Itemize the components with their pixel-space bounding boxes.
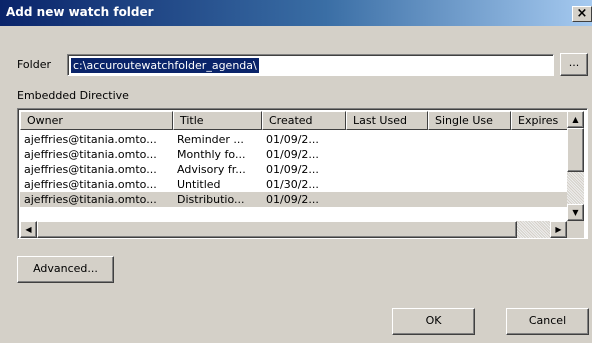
cell-created: 01/09/2... xyxy=(266,163,319,176)
cell-owner: ajeffries@titania.omto... xyxy=(24,193,157,206)
column-header-expires[interactable]: Expires xyxy=(511,111,569,130)
table-row[interactable]: ajeffries@titania.omto... Untitled 01/30/2… xyxy=(20,177,567,192)
close-icon[interactable]: × xyxy=(572,6,592,22)
cell-owner: ajeffries@titania.omto... xyxy=(24,163,157,176)
directive-list[interactable]: Owner Title Created Last Used Single Use… xyxy=(17,108,588,239)
table-row[interactable]: ajeffries@titania.omto... Advisory fr... 0… xyxy=(20,162,567,177)
cell-title: Distributio... xyxy=(177,193,245,206)
cell-title: Untitled xyxy=(177,178,221,191)
cell-single-use xyxy=(432,132,510,147)
cell-title: Advisory fr... xyxy=(177,163,246,176)
cell-last-used xyxy=(350,147,428,162)
folder-label: Folder xyxy=(17,58,51,71)
cell-created: 01/09/2... xyxy=(266,193,319,206)
title-bar[interactable]: Add new watch folder × xyxy=(0,0,592,26)
cell-single-use xyxy=(432,192,510,207)
ok-button[interactable]: OK xyxy=(392,308,475,335)
cell-title: Reminder ... xyxy=(177,133,244,146)
scroll-up-icon[interactable]: ▲ xyxy=(567,111,584,128)
column-header-created[interactable]: Created xyxy=(262,111,346,130)
column-header-single-use[interactable]: Single Use xyxy=(428,111,511,130)
cell-title: Monthly fo... xyxy=(177,148,246,161)
scroll-left-icon[interactable]: ◀ xyxy=(20,221,37,238)
cell-last-used xyxy=(350,162,428,177)
scroll-down-icon[interactable]: ▼ xyxy=(567,204,584,221)
cell-single-use xyxy=(432,162,510,177)
cancel-button[interactable]: Cancel xyxy=(506,308,589,335)
vertical-scrollbar[interactable]: ▲ ▼ xyxy=(567,111,584,221)
horizontal-scrollbar[interactable]: ◀ ▶ xyxy=(20,221,567,238)
folder-path-input[interactable]: c:\accuroutewatchfolder_agenda\ xyxy=(67,54,554,76)
dialog-title: Add new watch folder xyxy=(6,5,154,19)
table-row[interactable]: ajeffries@titania.omto... Reminder ... 01/… xyxy=(20,132,567,147)
cell-last-used xyxy=(350,192,428,207)
browse-button[interactable]: ... xyxy=(560,53,588,76)
horizontal-scroll-thumb[interactable] xyxy=(37,221,517,238)
column-header-owner[interactable]: Owner xyxy=(20,111,173,130)
vertical-scroll-thumb[interactable] xyxy=(567,128,584,172)
scrollbar-corner xyxy=(567,221,584,238)
cell-owner: ajeffries@titania.omto... xyxy=(24,148,157,161)
list-header: Owner Title Created Last Used Single Use… xyxy=(20,111,587,130)
cell-created: 01/30/2... xyxy=(266,178,319,191)
embedded-directive-label: Embedded Directive xyxy=(17,89,129,102)
cell-created: 01/09/2... xyxy=(266,148,319,161)
column-header-last-used[interactable]: Last Used xyxy=(346,111,428,130)
cell-created: 01/09/2... xyxy=(266,133,319,146)
table-row[interactable]: ajeffries@titania.omto... Distributio... 0… xyxy=(20,192,567,207)
cell-last-used xyxy=(350,177,428,192)
cell-single-use xyxy=(432,147,510,162)
advanced-button[interactable]: Advanced... xyxy=(17,256,114,283)
column-header-title[interactable]: Title xyxy=(173,111,262,130)
folder-path-value: c:\accuroutewatchfolder_agenda\ xyxy=(71,58,259,73)
table-row[interactable]: ajeffries@titania.omto... Monthly fo... 01… xyxy=(20,147,567,162)
cell-owner: ajeffries@titania.omto... xyxy=(24,178,157,191)
cell-owner: ajeffries@titania.omto... xyxy=(24,133,157,146)
add-watch-folder-dialog: Add new watch folder × Folder c:\accurou… xyxy=(0,0,592,343)
cell-single-use xyxy=(432,177,510,192)
cell-last-used xyxy=(350,132,428,147)
scroll-right-icon[interactable]: ▶ xyxy=(550,221,567,238)
